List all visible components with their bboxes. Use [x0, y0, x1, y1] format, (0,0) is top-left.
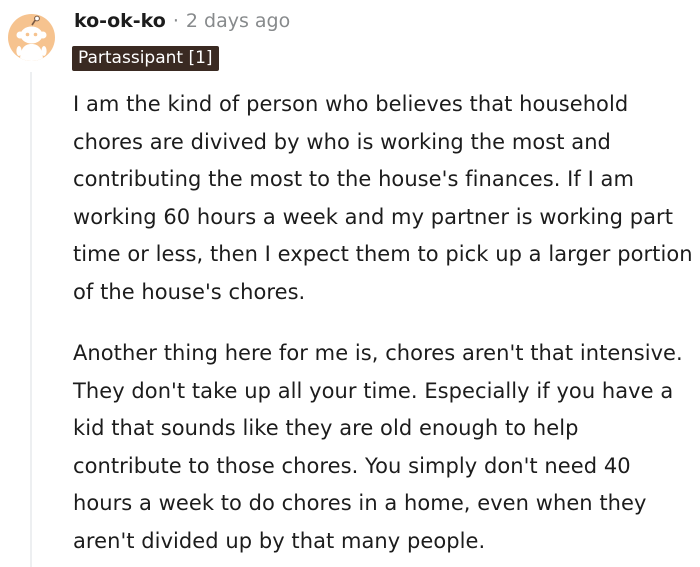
comment-paragraph: Another thing here for me is, chores are… — [73, 341, 683, 553]
meta-separator: · — [172, 10, 179, 32]
thread-collapse-line[interactable] — [30, 72, 32, 567]
comment-header: ko-ok-ko · 2 days ago — [74, 7, 290, 35]
user-flair-badge: Partassipant [1] — [72, 46, 219, 71]
comment-paragraph: I am the kind of person who believes tha… — [73, 92, 693, 304]
comment-timestamp[interactable]: 2 days ago — [186, 10, 290, 32]
snoo-avatar-graphic — [16, 15, 47, 61]
snoo-avatar-icon[interactable] — [8, 14, 55, 61]
comment: ko-ok-ko · 2 days ago Partassipant [1] I… — [0, 0, 700, 567]
username-link[interactable]: ko-ok-ko — [74, 10, 166, 32]
comment-body: I am the kind of person who believes tha… — [73, 86, 693, 560]
